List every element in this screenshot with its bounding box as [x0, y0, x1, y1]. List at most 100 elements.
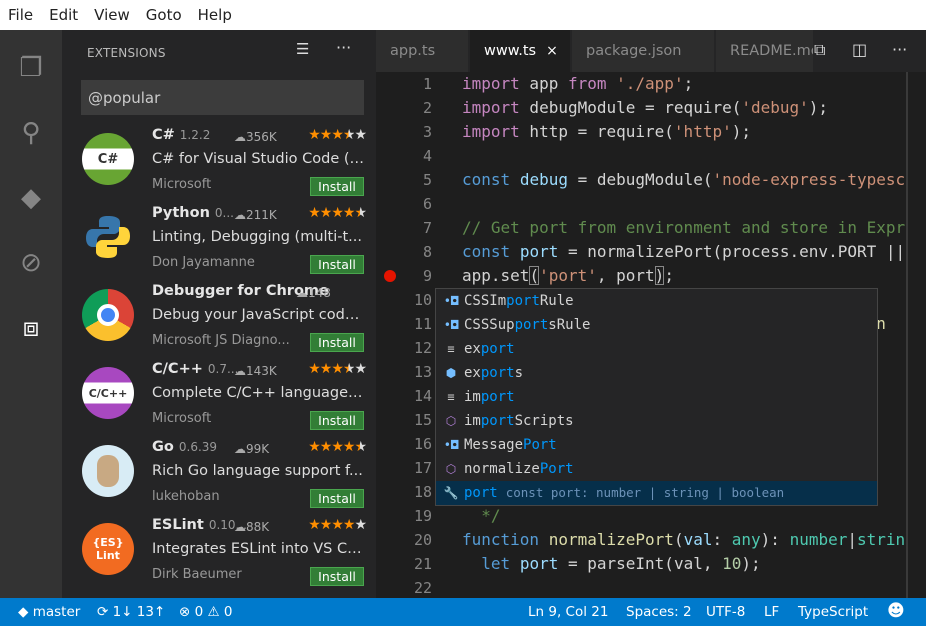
extension-item[interactable]: Python 0... ☁211K ★★★★★ Linting, Debugging (…	[62, 203, 376, 281]
extension-item[interactable]: C# C# 1.2.2 ☁356K ★★★★★ C# for Visual Studio …	[62, 125, 376, 203]
extension-downloads: ☁99K	[234, 442, 269, 456]
code-token: val	[683, 530, 713, 549]
install-button[interactable]: Install	[310, 489, 364, 508]
suggestion-item[interactable]: ≡ export	[436, 337, 877, 361]
split-editor-icon[interactable]: ◫	[852, 40, 867, 59]
tab-www-ts[interactable]: www.ts ×	[470, 30, 571, 72]
extension-publisher: Dirk Baeumer	[152, 567, 242, 582]
install-button[interactable]: Install	[310, 255, 364, 274]
suggestion-item[interactable]: ⬡ importScripts	[436, 409, 877, 433]
debug-icon[interactable]: ⊘	[15, 247, 47, 279]
code-line: 9 app.set('port', port);	[376, 264, 908, 288]
menu-file[interactable]: File	[0, 6, 41, 24]
code-line: 4	[376, 144, 908, 168]
open-changes-icon[interactable]: ⧉	[814, 40, 825, 60]
menu-edit[interactable]: Edit	[41, 6, 86, 24]
extension-name: Python 0...	[152, 205, 234, 221]
language-mode[interactable]: TypeScript	[798, 604, 868, 620]
git-branch[interactable]: ◆ master	[18, 604, 80, 620]
suggestion-item[interactable]: ⬢ exports	[436, 361, 877, 385]
breakpoint-icon[interactable]	[384, 270, 396, 282]
code-line: 21 let port = parseInt(val, 10);	[376, 552, 908, 576]
code-line: 6	[376, 192, 908, 216]
more-actions-icon[interactable]: ···	[336, 38, 351, 57]
code-token: app	[519, 74, 568, 93]
sidebar-title: EXTENSIONS	[87, 46, 166, 60]
extension-item[interactable]: {ES} Lint ESLint 0.10... ☁88K ★★★★★ Integrate…	[62, 515, 376, 593]
tab-README-md[interactable]: README.md	[716, 30, 814, 72]
extensions-icon[interactable]: ⧈	[15, 312, 47, 344]
search-icon[interactable]: ⚲	[15, 117, 47, 149]
line-ending[interactable]: LF	[764, 604, 779, 620]
install-button[interactable]: Install	[310, 411, 364, 430]
suggestion-match: port	[464, 485, 498, 501]
extensions-search-input[interactable]	[81, 80, 364, 115]
line-number: 2	[422, 99, 432, 117]
install-button[interactable]: Install	[310, 177, 364, 196]
extension-name: C/C++ 0.7...	[152, 361, 238, 377]
extension-downloads: ☁148	[296, 286, 331, 300]
line-number: 5	[422, 171, 432, 189]
download-count: 143K	[246, 364, 277, 378]
extension-item[interactable]: Go 0.6.39 ☁99K ★★★★★ Rich Go language suppor…	[62, 437, 376, 515]
problems-status[interactable]: ⊗ 0 ⚠ 0	[179, 604, 232, 620]
extension-logo: {ES} Lint	[82, 523, 134, 575]
variable-icon: 🔧	[443, 486, 459, 500]
line-number: 10	[413, 291, 432, 309]
code-line: 22	[376, 576, 908, 598]
line-number: 16	[413, 435, 432, 453]
line-content: const port = normalizePort(process.env.P…	[462, 240, 908, 264]
files-icon[interactable]: ❐	[15, 52, 47, 84]
download-icon: ☁	[234, 130, 246, 144]
install-button[interactable]: Install	[310, 567, 364, 586]
code-token: debug	[519, 170, 568, 189]
extension-name: Go 0.6.39	[152, 439, 217, 455]
keyword-icon: ≡	[447, 342, 455, 356]
code-token: = parseInt(val,	[558, 554, 723, 573]
suggestion-item[interactable]: ⬡ normalizePort	[436, 457, 877, 481]
extensions-sidebar: EXTENSIONS ☰ ··· C#C#1.2.2☁356K★★★★★C# f…	[62, 30, 376, 598]
encoding[interactable]: UTF-8	[706, 604, 745, 620]
suggestion-item[interactable]: •◘ CSSImportRule	[436, 289, 877, 313]
install-button[interactable]: Install	[310, 333, 364, 352]
line-content: let port = parseInt(val, 10);	[462, 552, 760, 576]
suggestion-item[interactable]: 🔧 port const port: number | string | boole…	[436, 481, 877, 505]
extension-item[interactable]: Debugger for Chrome ☁148 Debug your JavaSc…	[62, 281, 376, 359]
overview-ruler[interactable]	[906, 72, 908, 598]
menu-goto[interactable]: Goto	[138, 6, 190, 24]
suggestion-item[interactable]: •◘ MessagePort	[436, 433, 877, 457]
code-token: port	[519, 554, 559, 573]
more-icon[interactable]: ···	[892, 40, 907, 59]
line-number: 22	[413, 579, 432, 597]
line-number: 7	[422, 219, 432, 237]
cursor-position[interactable]: Ln 9, Col 21	[528, 604, 608, 620]
line-number: 17	[413, 459, 432, 477]
suggestion-item[interactable]: •◘ CSSSupportsRule	[436, 313, 877, 337]
close-tab-icon[interactable]: ×	[546, 43, 558, 59]
code-token: const	[462, 242, 511, 261]
extension-item[interactable]: C/C++ C/C++ 0.7... ☁143K ★★★★★ Complete C/C++…	[62, 359, 376, 437]
code-line: 8 const port = normalizePort(process.env.…	[376, 240, 908, 264]
extension-logo	[82, 289, 134, 341]
code-token: */	[462, 506, 501, 525]
git-icon[interactable]: ◆	[15, 182, 47, 214]
menu-help[interactable]: Help	[190, 6, 240, 24]
feedback-smiley-icon[interactable]: ☻	[887, 601, 905, 621]
code-token: import	[462, 74, 520, 93]
sync-status[interactable]: ⟳ 1↓ 13↑	[97, 604, 165, 620]
download-count: 148	[308, 286, 331, 300]
suggestion-match: port	[480, 341, 515, 357]
suggestion-item[interactable]: ≡ import	[436, 385, 877, 409]
indentation[interactable]: Spaces: 2	[626, 604, 692, 620]
tab-app-ts[interactable]: app.ts	[376, 30, 469, 72]
suggestion-text: CSSIm	[464, 293, 507, 309]
code-token: let	[481, 554, 511, 573]
clear-extensions-icon[interactable]: ☰	[296, 40, 309, 58]
line-content: import debugModule = require('debug');	[462, 96, 828, 120]
menu-view[interactable]: View	[86, 6, 138, 24]
status-bar: ◆ master ⟳ 1↓ 13↑ ⊗ 0 ⚠ 0 Ln 9, Col 21 S…	[0, 598, 926, 626]
extension-publisher: lukehoban	[152, 489, 220, 504]
tab-package-json[interactable]: package.json	[572, 30, 715, 72]
